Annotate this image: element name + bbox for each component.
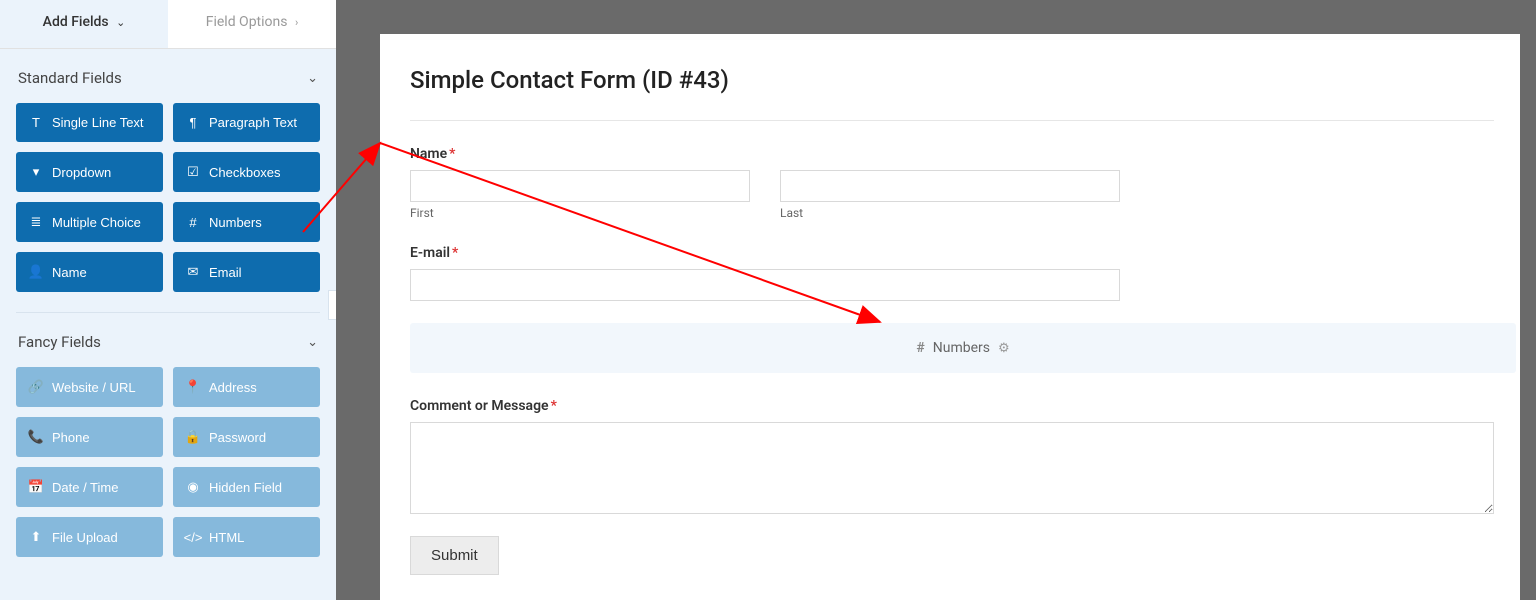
paragraph-icon: ¶ <box>185 115 201 130</box>
field-dropdown[interactable]: ▾ Dropdown <box>16 152 163 192</box>
field-label: HTML <box>209 530 244 545</box>
field-label: Password <box>209 430 266 445</box>
field-email-block: E-mail* <box>410 242 1494 301</box>
field-checkboxes[interactable]: ☑ Checkboxes <box>173 152 320 192</box>
chevron-right-icon: › <box>295 16 298 29</box>
address-icon: 📍 <box>185 379 201 395</box>
field-label: Paragraph Text <box>209 115 297 130</box>
field-name[interactable]: 👤 Name <box>16 252 163 292</box>
field-file-upload[interactable]: ⬆ File Upload <box>16 517 163 557</box>
form-canvas: Simple Contact Form (ID #43) Name* First… <box>380 34 1520 600</box>
section-standard-title: Standard Fields <box>18 69 122 87</box>
field-label: Hidden Field <box>209 480 282 495</box>
field-label: Website / URL <box>52 380 136 395</box>
chevron-down-icon: ⌄ <box>307 71 318 86</box>
field-label: Single Line Text <box>52 115 144 130</box>
required-indicator: * <box>449 146 455 162</box>
field-name-block: Name* First Last <box>410 143 1494 220</box>
sidebar-resize-handle[interactable] <box>328 290 336 320</box>
sidebar-tabs: Add Fields ⌄ Field Options › <box>0 0 336 49</box>
form-title: Simple Contact Form (ID #43) <box>410 66 1494 94</box>
field-password[interactable]: 🔒 Password <box>173 417 320 457</box>
name-label: Name* <box>410 146 455 162</box>
date-time-icon: 📅 <box>28 479 44 495</box>
field-label: Phone <box>52 430 90 445</box>
divider <box>410 120 1494 121</box>
field-label: Numbers <box>209 215 262 230</box>
field-date-time[interactable]: 📅 Date / Time <box>16 467 163 507</box>
field-paragraph-text[interactable]: ¶ Paragraph Text <box>173 103 320 142</box>
email-label: E-mail* <box>410 245 458 261</box>
chevron-down-icon: ⌄ <box>116 16 125 29</box>
email-input[interactable] <box>410 269 1120 301</box>
field-multiple-choice[interactable]: ≣ Multiple Choice <box>16 202 163 242</box>
section-fancy-fields[interactable]: Fancy Fields ⌄ <box>0 313 336 361</box>
multiple-choice-icon: ≣ <box>28 214 44 230</box>
email-icon: ✉ <box>185 264 201 280</box>
tab-add-fields-label: Add Fields <box>43 14 109 30</box>
last-name-sublabel: Last <box>780 206 1120 220</box>
comment-label: Comment or Message* <box>410 398 557 414</box>
field-single-line-text[interactable]: T Single Line Text <box>16 103 163 142</box>
field-label: Checkboxes <box>209 165 281 180</box>
field-hidden-field[interactable]: ◉ Hidden Field <box>173 467 320 507</box>
field-label: Multiple Choice <box>52 215 141 230</box>
field-label: Date / Time <box>52 480 118 495</box>
field-html[interactable]: </> HTML <box>173 517 320 557</box>
gear-icon[interactable]: ⚙ <box>998 341 1010 356</box>
website-icon: 🔗 <box>28 379 44 395</box>
name-icon: 👤 <box>28 264 44 280</box>
chevron-down-icon: ⌄ <box>307 335 318 350</box>
phone-icon: 📞 <box>28 429 44 445</box>
tab-field-options[interactable]: Field Options › <box>168 0 336 48</box>
tab-field-options-label: Field Options <box>206 14 288 30</box>
field-comment-block: Comment or Message* <box>410 395 1494 518</box>
section-standard-fields[interactable]: Standard Fields ⌄ <box>0 49 336 97</box>
hash-icon: # <box>916 340 924 356</box>
file-upload-icon: ⬆ <box>28 529 44 545</box>
required-indicator: * <box>452 245 458 261</box>
hidden-field-icon: ◉ <box>185 479 201 495</box>
first-name-input[interactable] <box>410 170 750 202</box>
numbers-icon: # <box>185 215 201 230</box>
html-icon: </> <box>185 530 201 545</box>
field-email[interactable]: ✉ Email <box>173 252 320 292</box>
tab-add-fields[interactable]: Add Fields ⌄ <box>0 0 168 48</box>
text-icon: T <box>28 115 44 130</box>
field-label: File Upload <box>52 530 118 545</box>
field-label: Email <box>209 265 242 280</box>
field-label: Name <box>52 265 87 280</box>
field-phone[interactable]: 📞 Phone <box>16 417 163 457</box>
numbers-dropzone[interactable]: # Numbers ⚙ <box>410 323 1516 373</box>
field-website-url[interactable]: 🔗 Website / URL <box>16 367 163 407</box>
dropzone-label: Numbers <box>933 340 990 356</box>
sidebar: Add Fields ⌄ Field Options › Standard Fi… <box>0 0 336 600</box>
required-indicator: * <box>551 398 557 414</box>
field-label: Dropdown <box>52 165 111 180</box>
comment-textarea[interactable] <box>410 422 1494 514</box>
standard-fields-grid: T Single Line Text ¶ Paragraph Text ▾ Dropd… <box>0 97 336 298</box>
last-name-input[interactable] <box>780 170 1120 202</box>
fancy-fields-grid: 🔗 Website / URL 📍 Address 📞 Phone 🔒 Password… <box>0 361 336 563</box>
field-numbers[interactable]: # Numbers <box>173 202 320 242</box>
checkboxes-icon: ☑ <box>185 164 201 180</box>
field-label: Address <box>209 380 257 395</box>
field-address[interactable]: 📍 Address <box>173 367 320 407</box>
first-name-sublabel: First <box>410 206 750 220</box>
section-fancy-title: Fancy Fields <box>18 333 101 351</box>
dropdown-icon: ▾ <box>28 164 44 180</box>
password-icon: 🔒 <box>185 429 201 445</box>
submit-button[interactable]: Submit <box>410 536 499 575</box>
